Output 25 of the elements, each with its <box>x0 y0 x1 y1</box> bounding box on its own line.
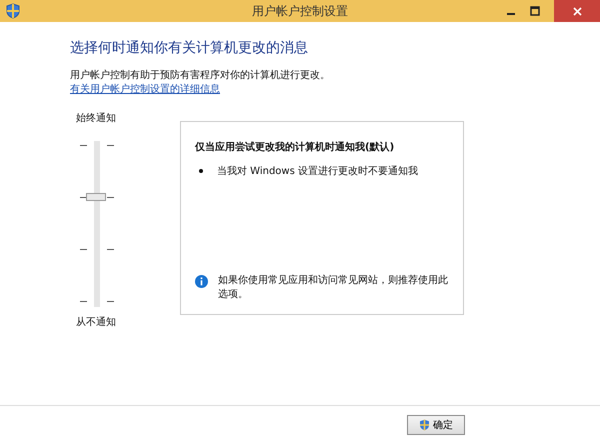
tick-mark <box>107 145 114 146</box>
maximize-icon[interactable] <box>530 6 540 16</box>
shield-icon <box>6 3 20 19</box>
slider-bottom-label: 从不通知 <box>76 316 116 329</box>
info-icon <box>195 275 208 288</box>
shield-icon <box>419 419 430 431</box>
ok-button[interactable]: 确定 <box>407 415 465 435</box>
tick-mark <box>107 301 114 302</box>
tick-mark <box>80 249 87 250</box>
note-text: 如果你使用常见应用和访问常见网站，则推荐使用此选项。 <box>218 274 449 302</box>
close-button[interactable] <box>554 0 600 22</box>
close-icon <box>572 6 582 16</box>
tick-mark <box>107 249 114 250</box>
panel-title: 仅当应用尝试更改我的计算机时通知我(默认) <box>195 140 396 154</box>
slider-top-label: 始终通知 <box>76 112 116 125</box>
slider-thumb[interactable] <box>86 192 106 201</box>
bullet-icon <box>199 169 203 173</box>
description-text: 用户帐户控制有助于预防有害程序对你的计算机进行更改。 <box>70 69 331 83</box>
tick-mark <box>80 301 87 302</box>
window-title: 用户帐户控制设置 <box>252 2 348 20</box>
bullet-text: 当我对 Windows 设置进行更改时不要通知我 <box>217 164 418 178</box>
details-link[interactable]: 有关用户帐户控制设置的详细信息 <box>70 83 220 97</box>
tick-mark <box>107 197 114 198</box>
tick-mark <box>80 145 87 146</box>
page-heading: 选择何时通知你有关计算机更改的消息 <box>70 39 309 57</box>
